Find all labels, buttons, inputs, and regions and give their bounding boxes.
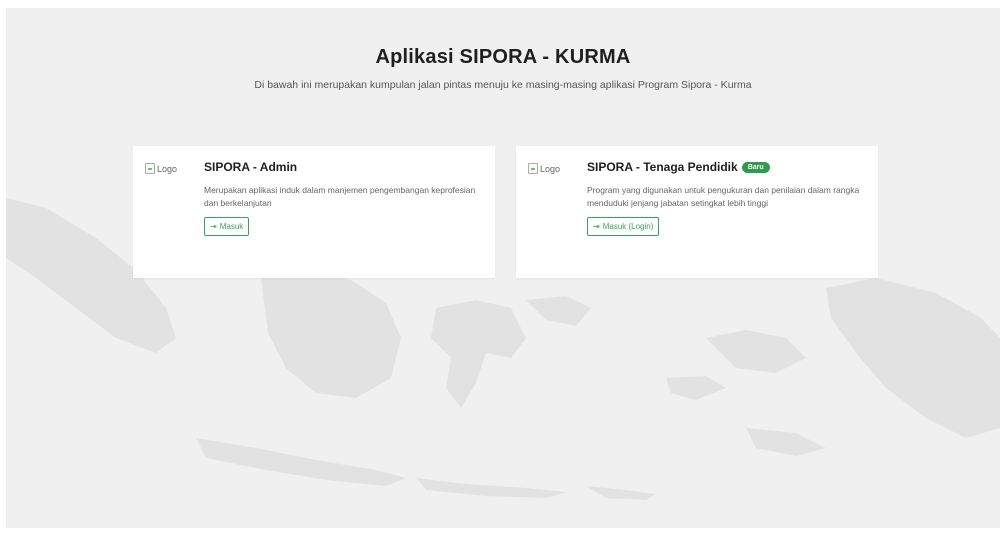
page-title: Aplikasi SIPORA - KURMA (375, 46, 631, 68)
page-header: Aplikasi SIPORA - KURMA Di bawah ini mer… (6, 46, 1000, 91)
app-logo: Logo (528, 163, 560, 174)
masuk-button-label: Masuk (219, 222, 244, 232)
app-card-title: SIPORA - Tenaga Pendidik Baru (587, 160, 862, 174)
enter-icon: ⇥ (210, 221, 217, 231)
page-background: Aplikasi SIPORA - KURMA Di bawah ini mer… (6, 8, 1000, 528)
app-card-description: Merupakan aplikasi induk dalam manjemen … (204, 185, 476, 209)
enter-icon: ⇥ (593, 221, 600, 231)
app-card-title-text: SIPORA - Tenaga Pendidik (587, 160, 738, 174)
logo-alt-text: Logo (157, 163, 178, 174)
app-card-description: Program yang digunakan untuk pengukuran … (587, 185, 860, 209)
masuk-button[interactable]: ⇥ Masuk (204, 217, 250, 237)
new-badge: Baru (741, 161, 770, 173)
app-card-title: SIPORA - Admin (204, 160, 479, 174)
broken-image-icon (528, 163, 538, 174)
app-card-title-text: SIPORA - Admin (204, 160, 298, 174)
page-subtitle: Di bawah ini merupakan kumpulan jalan pi… (254, 79, 752, 91)
app-logo: Logo (145, 163, 177, 174)
masuk-login-button[interactable]: ⇥ Masuk (Login) (587, 217, 660, 237)
app-card-sipora-tenaga-pendidik: Logo SIPORA - Tenaga Pendidik Baru Progr… (516, 146, 878, 278)
masuk-login-button-label: Masuk (Login) (602, 222, 654, 232)
logo-alt-text: Logo (540, 163, 561, 174)
app-card-sipora-admin: Logo SIPORA - Admin Merupakan aplikasi i… (133, 146, 495, 278)
broken-image-icon (145, 163, 155, 174)
